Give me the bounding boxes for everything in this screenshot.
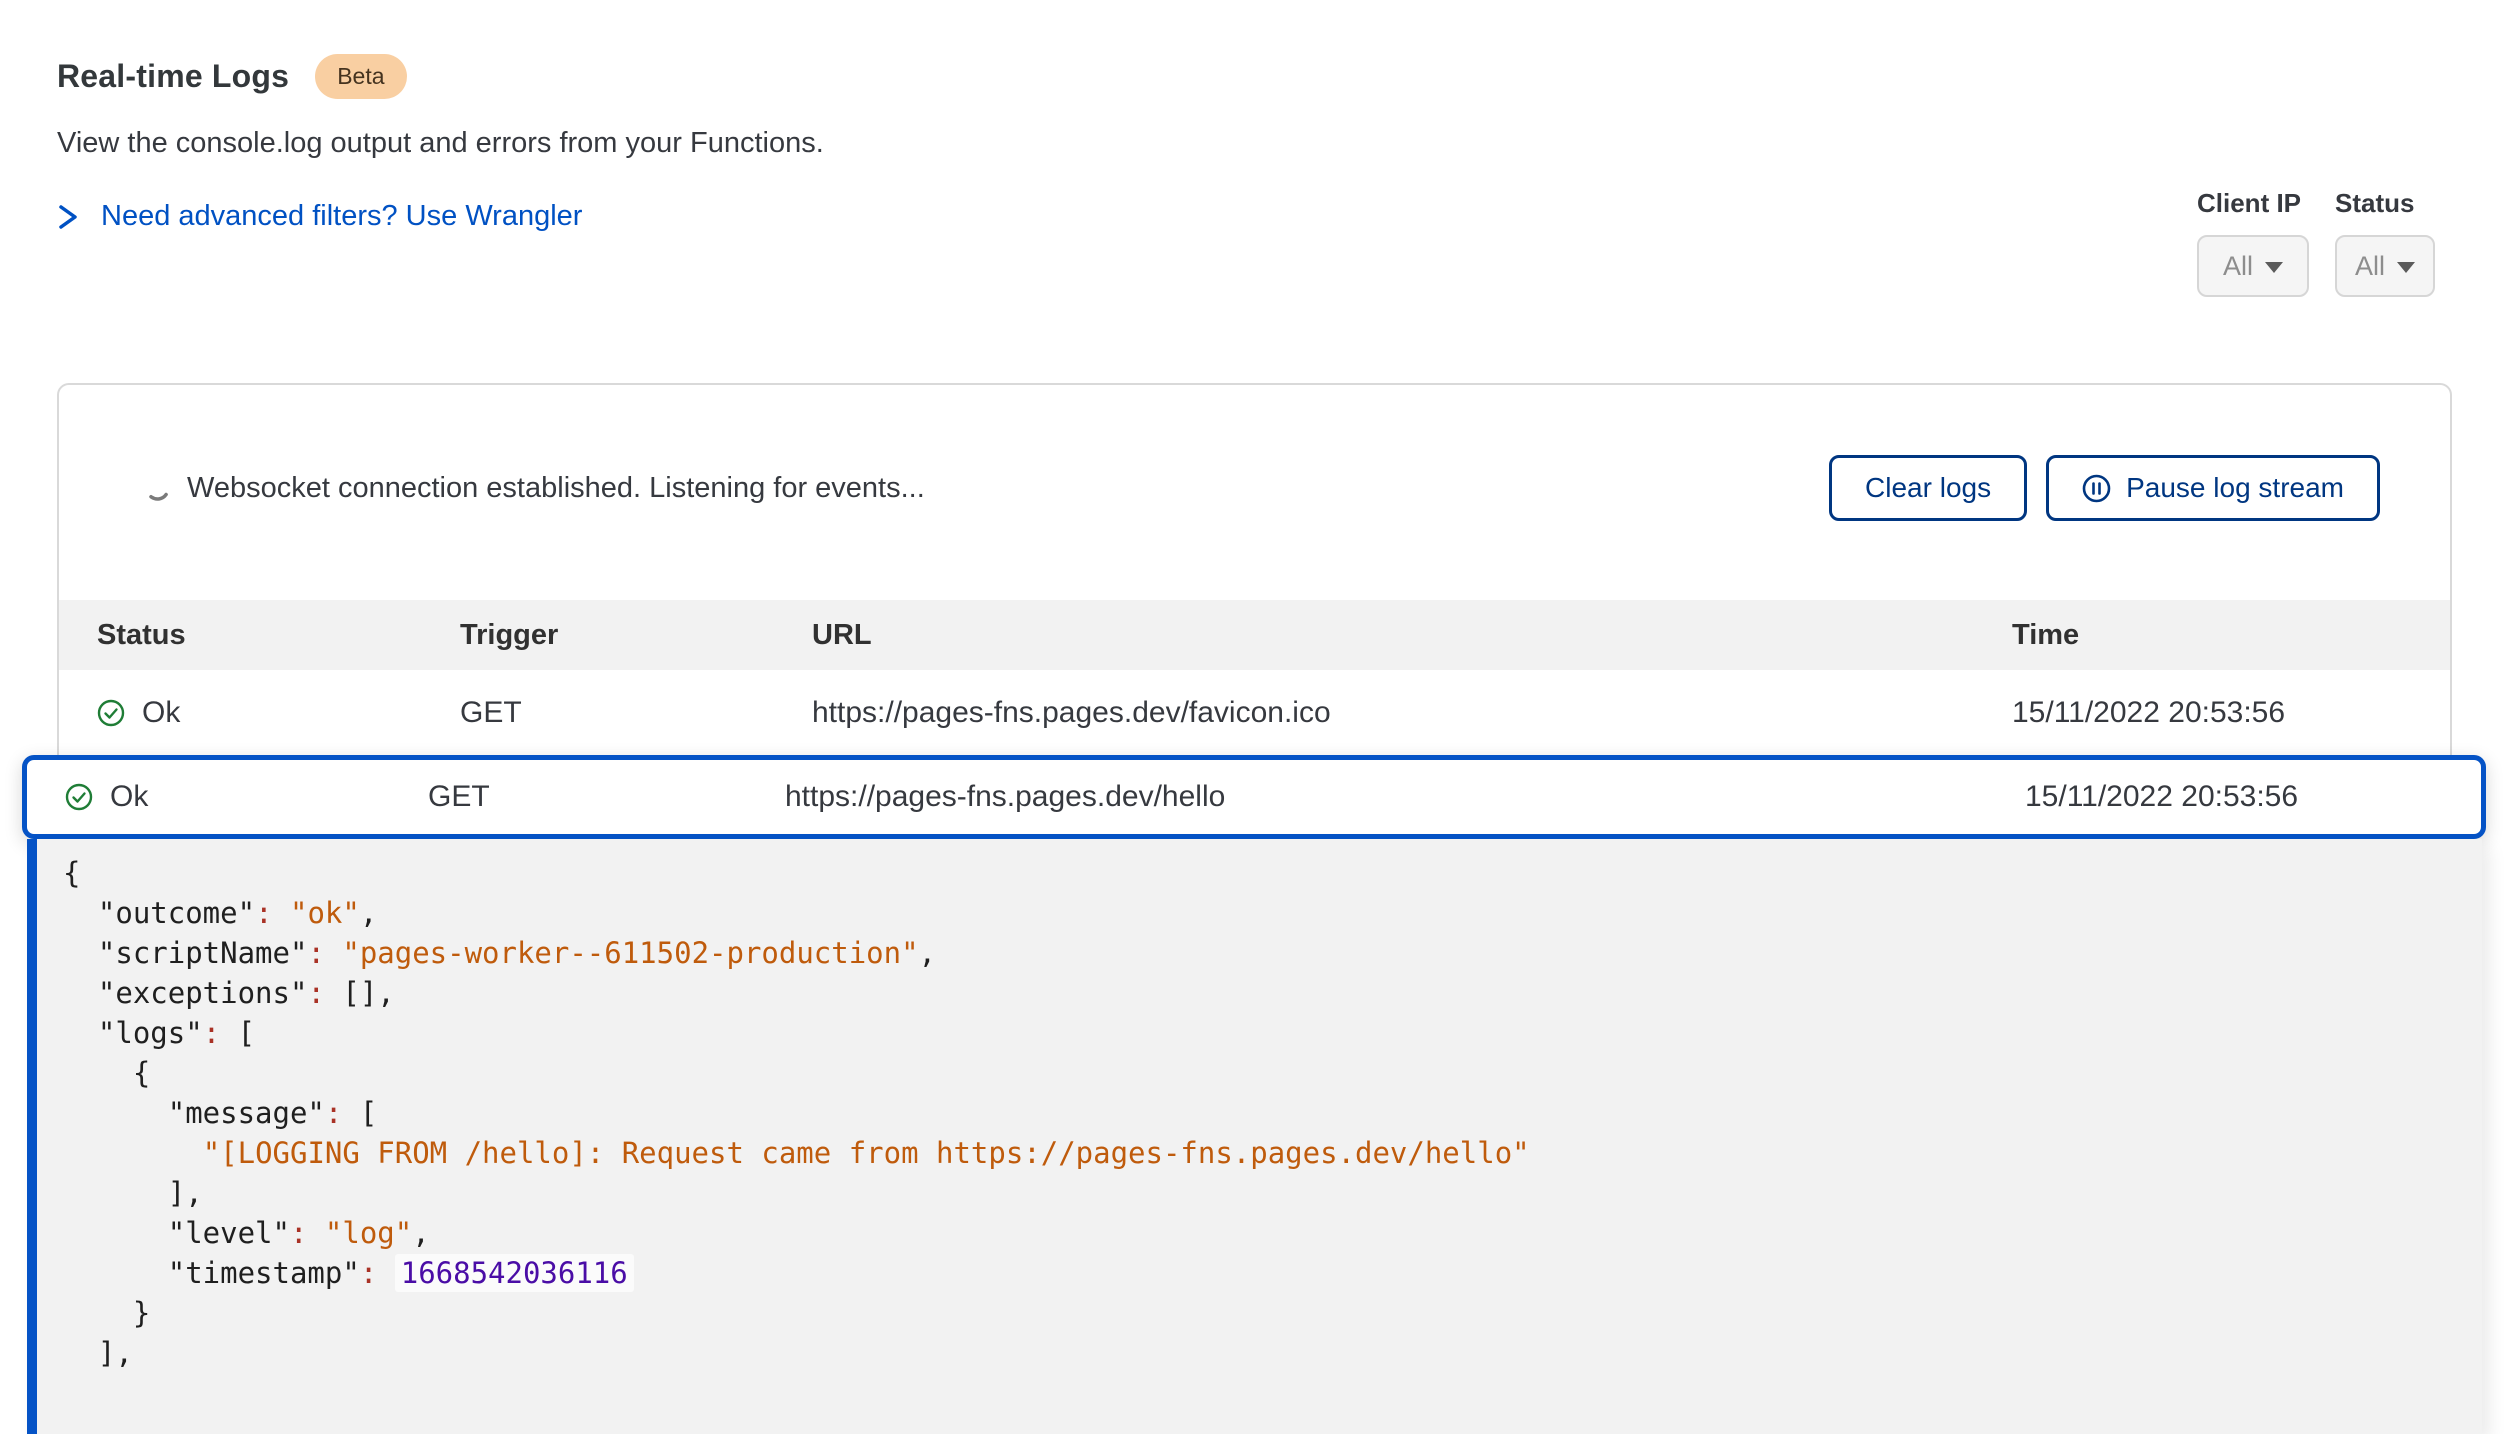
table-row[interactable]: Ok GET https://pages-fns.pages.dev/favic… — [59, 670, 2450, 756]
status-dropdown[interactable]: All — [2335, 235, 2435, 297]
row-trigger: GET — [460, 696, 812, 730]
column-header-time: Time — [2012, 619, 2450, 652]
selected-log-row[interactable]: Ok GET https://pages-fns.pages.dev/hello… — [22, 755, 2486, 839]
page-header: Real-time Logs Beta View the console.log… — [57, 54, 824, 233]
status-filter-label: Status — [2335, 188, 2435, 219]
column-header-status: Status — [97, 619, 460, 652]
websocket-status-text: Websocket connection established. Listen… — [187, 472, 925, 505]
client-ip-label: Client IP — [2197, 188, 2309, 219]
row-status: Ok — [110, 780, 148, 814]
column-header-trigger: Trigger — [460, 619, 812, 652]
clear-logs-label: Clear logs — [1865, 472, 1991, 504]
status-dropdown-value: All — [2355, 251, 2385, 282]
row-time: 15/11/2022 20:53:56 — [2025, 780, 2481, 814]
chevron-right-icon — [57, 201, 79, 233]
status-filter: Status All — [2335, 188, 2435, 297]
caret-down-icon — [2265, 262, 2283, 273]
check-circle-icon — [97, 699, 125, 727]
pause-circle-icon — [2082, 474, 2111, 503]
pause-log-stream-label: Pause log stream — [2126, 472, 2344, 504]
advanced-filters-link-text[interactable]: Need advanced filters? Use Wrangler — [101, 200, 582, 233]
pause-log-stream-button[interactable]: Pause log stream — [2046, 455, 2380, 521]
caret-down-icon — [2397, 262, 2415, 273]
page-title: Real-time Logs — [57, 58, 289, 95]
log-table-header: Status Trigger URL Time — [59, 600, 2450, 670]
page-subtitle: View the console.log output and errors f… — [57, 127, 824, 160]
client-ip-filter: Client IP All — [2197, 188, 2309, 297]
row-trigger: GET — [428, 780, 785, 814]
client-ip-dropdown[interactable]: All — [2197, 235, 2309, 297]
json-log-detail: { "outcome": "ok", "scriptName": "pages-… — [27, 839, 2482, 1434]
websocket-status: Websocket connection established. Listen… — [144, 472, 925, 505]
row-status: Ok — [142, 696, 180, 730]
check-circle-icon — [65, 783, 93, 811]
json-log-code: { "outcome": "ok", "scriptName": "pages-… — [63, 853, 2482, 1373]
row-url: https://pages-fns.pages.dev/hello — [785, 780, 2025, 814]
beta-badge: Beta — [315, 54, 406, 99]
filters-bar: Client IP All Status All — [2197, 188, 2435, 297]
expanded-log-entry: Ok GET https://pages-fns.pages.dev/hello… — [22, 755, 2486, 1434]
advanced-filters-link[interactable]: Need advanced filters? Use Wrangler — [57, 200, 824, 233]
spinner-icon — [139, 469, 177, 507]
row-time: 15/11/2022 20:53:56 — [2012, 696, 2450, 730]
row-url: https://pages-fns.pages.dev/favicon.ico — [812, 696, 2012, 730]
clear-logs-button[interactable]: Clear logs — [1829, 455, 2027, 521]
column-header-url: URL — [812, 619, 2012, 652]
client-ip-dropdown-value: All — [2223, 251, 2253, 282]
